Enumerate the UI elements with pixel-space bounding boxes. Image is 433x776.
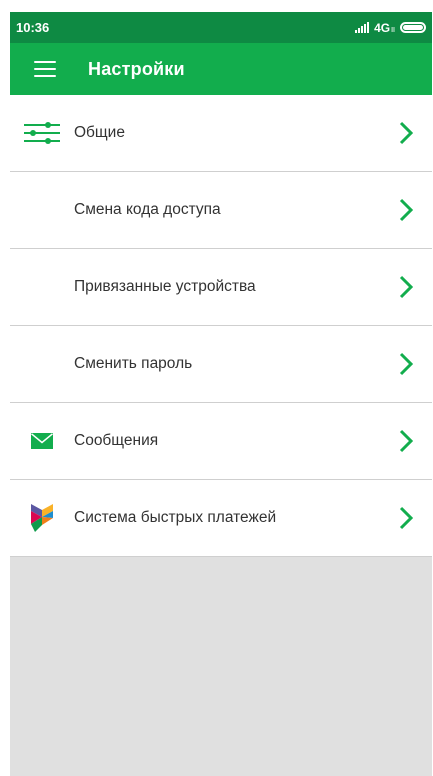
status-bar: 10:36 4Gll <box>10 12 432 43</box>
settings-item-linked-devices[interactable]: Привязанные устройства <box>10 249 432 326</box>
screen: 10:36 4Gll Настройки Общие Смена кода до… <box>10 12 432 776</box>
chevron-right-icon <box>386 326 426 403</box>
chevron-right-icon <box>386 480 426 557</box>
settings-item-fast-payments[interactable]: Система быстрых платежей <box>10 480 432 557</box>
chevron-right-icon <box>386 249 426 326</box>
sliders-icon <box>10 95 74 172</box>
settings-item-messages[interactable]: Сообщения <box>10 403 432 480</box>
chevron-right-icon <box>386 95 426 172</box>
status-time: 10:36 <box>16 20 50 35</box>
settings-list: Общие Смена кода доступа Привязанные уст… <box>10 95 432 557</box>
app-bar: Настройки <box>10 43 432 95</box>
device-frame: 10:36 4Gll Настройки Общие Смена кода до… <box>0 0 433 776</box>
item-label: Сменить пароль <box>74 355 193 372</box>
settings-item-change-pin[interactable]: Смена кода доступа <box>10 172 432 249</box>
item-label: Сообщения <box>74 432 159 449</box>
item-label: Смена кода доступа <box>74 201 221 218</box>
envelope-icon <box>10 403 74 480</box>
settings-item-change-password[interactable]: Сменить пароль <box>10 326 432 403</box>
page-title: Настройки <box>88 58 185 79</box>
settings-item-general[interactable]: Общие <box>10 95 432 172</box>
signal-icon <box>355 22 370 33</box>
chevron-right-icon <box>386 172 426 249</box>
status-icons: 4Gll <box>355 21 426 35</box>
item-label: Общие <box>74 124 125 141</box>
network-type: 4Gll <box>374 20 395 35</box>
item-label: Система быстрых платежей <box>74 509 277 526</box>
sbp-logo-icon <box>10 480 74 557</box>
hamburger-menu-icon[interactable] <box>16 43 74 95</box>
chevron-right-icon <box>386 403 426 480</box>
battery-icon <box>400 22 426 33</box>
item-label: Привязанные устройства <box>74 278 256 295</box>
